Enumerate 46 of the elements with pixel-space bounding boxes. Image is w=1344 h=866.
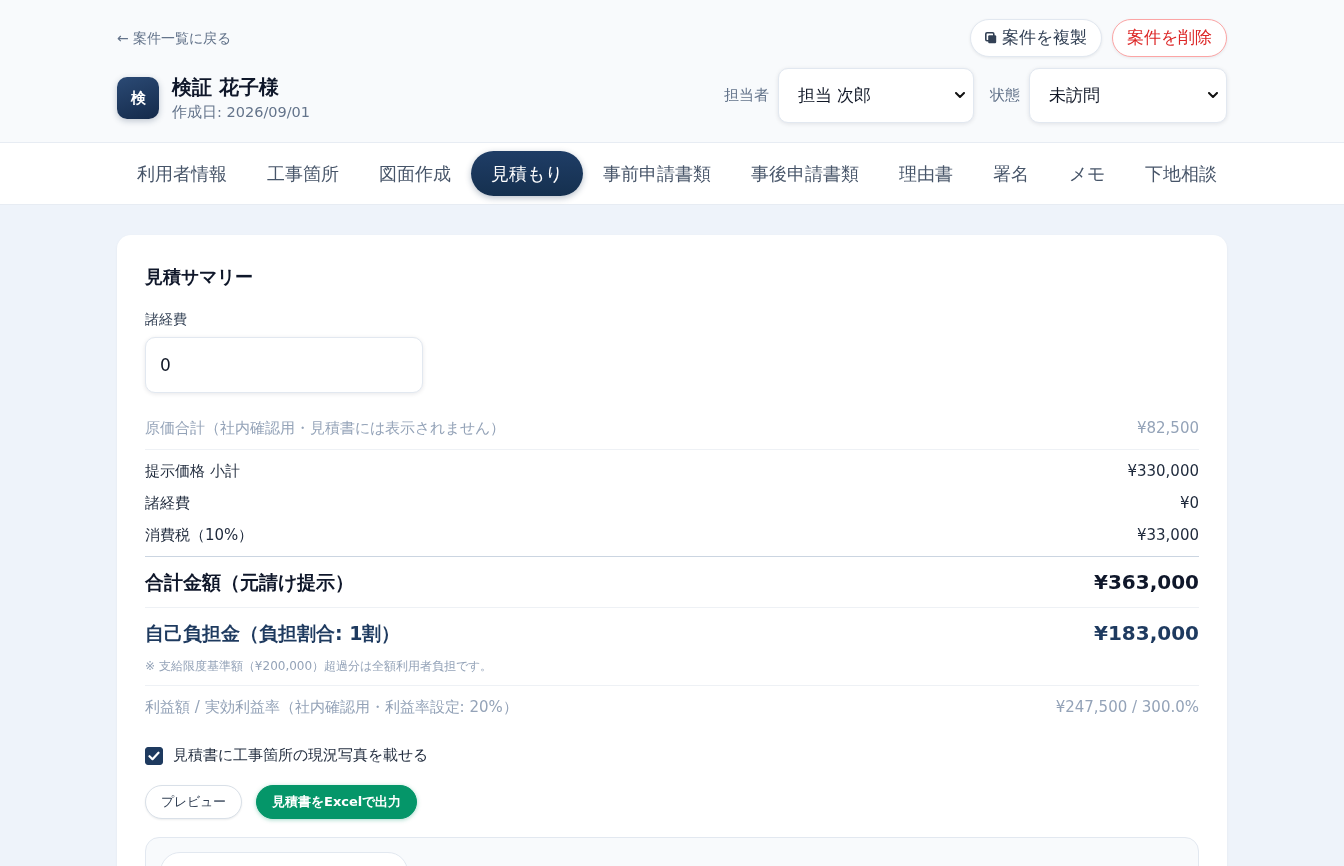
checkbox[interactable]	[145, 746, 163, 765]
summary-amount: ¥330,000	[1127, 461, 1199, 482]
created-date: 作成日: 2026/09/01	[172, 103, 311, 122]
duplicate-case-button[interactable]: 案件を複製	[970, 19, 1102, 57]
back-link[interactable]: ← 案件一覧に戻る	[117, 29, 232, 47]
summary-label: 自己負担金（負担割合: 1割）	[145, 621, 401, 646]
customer-avatar: 検	[117, 77, 159, 119]
summary-amount: ¥363,000	[1094, 569, 1199, 596]
summary-label: 合計金額（元請け提示）	[145, 570, 354, 595]
chevron-icon	[1208, 92, 1218, 99]
summary-label: 原価合計（社内確認用・見積書には表示されません）	[145, 418, 505, 439]
tab[interactable]: 署名	[973, 151, 1049, 196]
expenses-input[interactable]: 0	[145, 337, 423, 393]
summary-amount: ¥82,500	[1136, 418, 1199, 439]
section-title: 見積サマリー	[145, 265, 254, 289]
summary-amount: ¥0	[1179, 493, 1199, 514]
preview-button[interactable]: プレビュー	[145, 785, 242, 819]
tab[interactable]: 利用者情報	[117, 151, 247, 196]
summary-amount: ¥247,500 / 300.0%	[1055, 697, 1199, 718]
summary-label: 提示価格 小計	[145, 461, 240, 482]
summary-amount: ¥183,000	[1094, 620, 1199, 647]
tab[interactable]: 下地相談	[1125, 151, 1237, 196]
note-text: ※ 支給限度基準額（¥200,000）超過分は全額利用者負担です。	[145, 658, 494, 675]
dropdown-select[interactable]: 未訪問	[1029, 68, 1227, 123]
copy-icon	[985, 32, 997, 44]
tab[interactable]: メモ	[1049, 151, 1125, 196]
checkmark-icon	[148, 750, 160, 761]
tab[interactable]: 理由書	[879, 151, 973, 196]
tab[interactable]: 図面作成	[359, 151, 471, 196]
summary-amount: ¥33,000	[1136, 525, 1199, 546]
tab[interactable]: 工事箇所	[247, 151, 359, 196]
select-label: 状態	[990, 86, 1020, 105]
field-label: 諸経費	[145, 310, 188, 329]
tab[interactable]: 事前申請書類	[583, 151, 731, 196]
customer-name: 検証 花子様	[172, 74, 280, 100]
tab[interactable]: 事後申請書類	[731, 151, 879, 196]
checkbox-label: 見積書に工事箇所の現況写真を載せる	[173, 746, 428, 765]
dropdown-select[interactable]: 担当 次郎	[778, 68, 974, 123]
chevron-icon	[955, 92, 965, 99]
summary-label: 消費税（10%）	[145, 525, 254, 546]
excel-export-button[interactable]: 見積書をExcelで出力	[256, 785, 418, 819]
summary-label: 利益額 / 実効利益率（社内確認用・利益率設定: 20%）	[145, 697, 518, 718]
select-label: 担当者	[724, 86, 769, 105]
tab[interactable]: 見積もり	[471, 151, 583, 196]
delete-case-button[interactable]: 案件を削除	[1112, 19, 1227, 57]
summary-label: 諸経費	[145, 493, 190, 514]
